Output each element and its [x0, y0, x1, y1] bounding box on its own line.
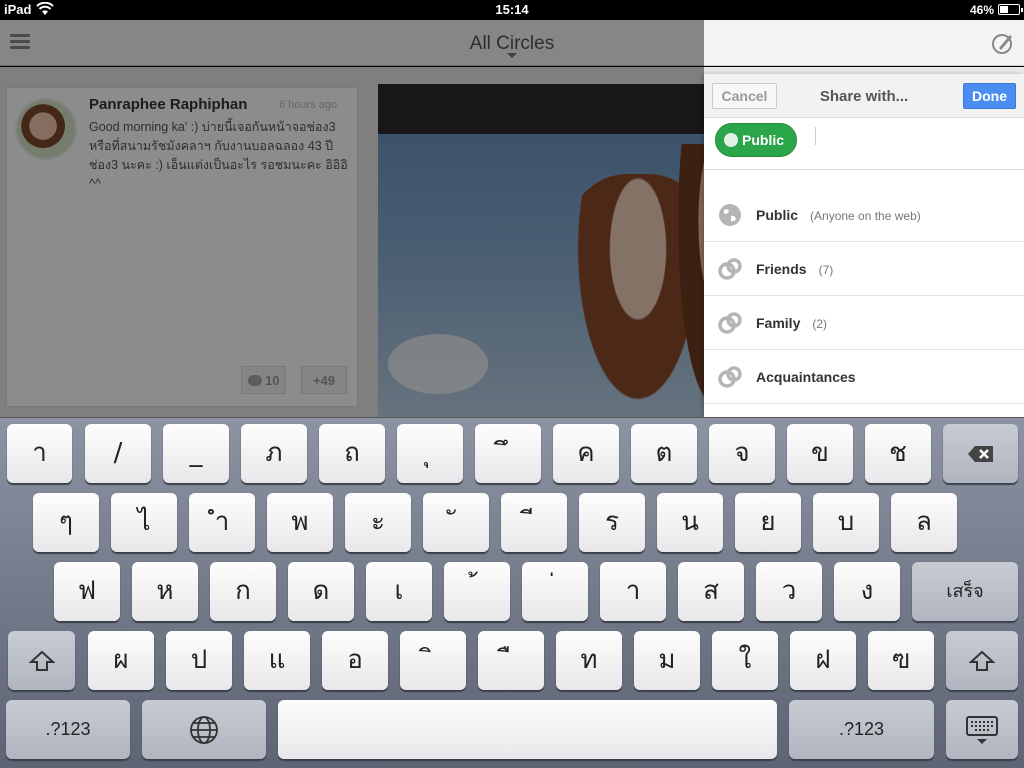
dismiss-keyboard-key[interactable] — [946, 700, 1018, 759]
key[interactable]: ม — [634, 631, 700, 690]
key[interactable]: ก — [210, 562, 276, 621]
screen: iPad 15:14 46% All Circles Panraphee Rap… — [0, 0, 1024, 768]
recipient-chip-public[interactable]: Public — [715, 123, 798, 157]
modal-dim-overlay[interactable] — [0, 20, 704, 417]
backspace-icon — [967, 446, 993, 463]
key[interactable]: ป — [166, 631, 232, 690]
share-panel: Cancel Share with... Done Public Public (… — [704, 74, 1024, 417]
option-label: Family — [756, 315, 801, 331]
key[interactable]: บ — [813, 493, 879, 552]
option-label: Acquaintances — [756, 369, 856, 385]
key[interactable]: ิ — [400, 631, 466, 690]
key[interactable]: จ — [709, 424, 775, 483]
key[interactable]: ฝ — [790, 631, 856, 690]
battery-icon — [998, 4, 1023, 15]
key[interactable]: เ — [366, 562, 432, 621]
key[interactable]: ั — [423, 493, 489, 552]
key[interactable]: แ — [244, 631, 310, 690]
key[interactable]: ถ — [319, 424, 385, 483]
share-option-family[interactable]: Family (2) — [704, 296, 1024, 350]
done-button[interactable]: Done — [963, 83, 1016, 109]
shift-icon — [968, 650, 996, 672]
key[interactable]: _ — [163, 424, 229, 483]
option-detail: (Anyone on the web) — [810, 209, 921, 223]
key[interactable]: ผ — [88, 631, 154, 690]
key[interactable]: ค — [553, 424, 619, 483]
key[interactable]: ช — [865, 424, 931, 483]
share-option-friends[interactable]: Friends (7) — [704, 242, 1024, 296]
key[interactable]: ี — [501, 493, 567, 552]
key[interactable]: ใ — [712, 631, 778, 690]
recipients-field[interactable]: Public — [704, 118, 1024, 170]
battery-percent: 46% — [969, 3, 994, 17]
share-option-acquaintances[interactable]: Acquaintances — [704, 350, 1024, 404]
share-option-public[interactable]: Public (Anyone on the web) — [704, 188, 1024, 242]
key[interactable]: ข — [787, 424, 853, 483]
key[interactable]: ไ — [111, 493, 177, 552]
key[interactable]: า — [7, 424, 72, 483]
option-detail: (7) — [818, 263, 834, 277]
key[interactable]: ฟ — [54, 562, 120, 621]
key[interactable]: ื — [478, 631, 544, 690]
key[interactable]: ้ — [444, 562, 510, 621]
shift-key-right[interactable] — [946, 631, 1018, 690]
circles-icon — [718, 366, 742, 388]
circles-icon — [718, 312, 742, 334]
key[interactable]: ะ — [345, 493, 411, 552]
key[interactable]: ำ — [189, 493, 255, 552]
key[interactable]: ต — [631, 424, 697, 483]
key[interactable]: ส — [678, 562, 744, 621]
key[interactable]: ห — [132, 562, 198, 621]
share-header: Cancel Share with... Done — [704, 74, 1024, 118]
key[interactable]: ง — [834, 562, 900, 621]
key[interactable]: ล — [891, 493, 957, 552]
key[interactable]: ฃ — [868, 631, 934, 690]
status-bar: iPad 15:14 46% — [0, 0, 1024, 20]
key[interactable]: ด — [288, 562, 354, 621]
keyboard-dismiss-icon — [966, 716, 998, 745]
option-label: Public — [756, 207, 799, 223]
shift-key-left[interactable] — [8, 631, 75, 690]
shift-icon — [27, 650, 56, 672]
key[interactable]: พ — [267, 493, 333, 552]
globe-key[interactable] — [142, 700, 266, 759]
option-detail: (2) — [812, 317, 828, 331]
globe-icon — [719, 204, 741, 226]
key[interactable]: ึ — [475, 424, 541, 483]
numbers-key-right[interactable]: .?123 — [789, 700, 934, 759]
key[interactable]: น — [657, 493, 723, 552]
chip-label: Public — [742, 132, 785, 148]
key[interactable]: ่ — [522, 562, 588, 621]
circles-icon — [718, 258, 742, 280]
key[interactable]: ๆ — [33, 493, 99, 552]
compose-icon[interactable] — [990, 31, 1014, 55]
clock: 15:14 — [495, 2, 529, 17]
key[interactable]: ภ — [241, 424, 307, 483]
option-label: Friends — [756, 261, 807, 277]
text-cursor — [815, 127, 816, 145]
key[interactable]: ย — [735, 493, 801, 552]
keyboard: า / _ ภ ถ ุ ึ ค ต จ ข ช ๆ ไ ำ พ ะ ั ี ร … — [0, 417, 1024, 768]
key[interactable]: / — [85, 424, 151, 483]
globe-icon — [190, 716, 218, 745]
key[interactable]: ุ — [397, 424, 463, 483]
globe-icon — [724, 133, 738, 147]
key[interactable]: ว — [756, 562, 822, 621]
key[interactable]: อ — [322, 631, 388, 690]
space-key[interactable] — [278, 700, 777, 759]
key[interactable]: า — [600, 562, 666, 621]
numbers-key-left[interactable]: .?123 — [6, 700, 130, 759]
key[interactable]: ร — [579, 493, 645, 552]
battery-fill — [1000, 6, 1009, 13]
key[interactable]: ท — [556, 631, 622, 690]
backspace-key[interactable] — [943, 424, 1018, 483]
return-key[interactable]: เสร็จ — [912, 562, 1018, 621]
